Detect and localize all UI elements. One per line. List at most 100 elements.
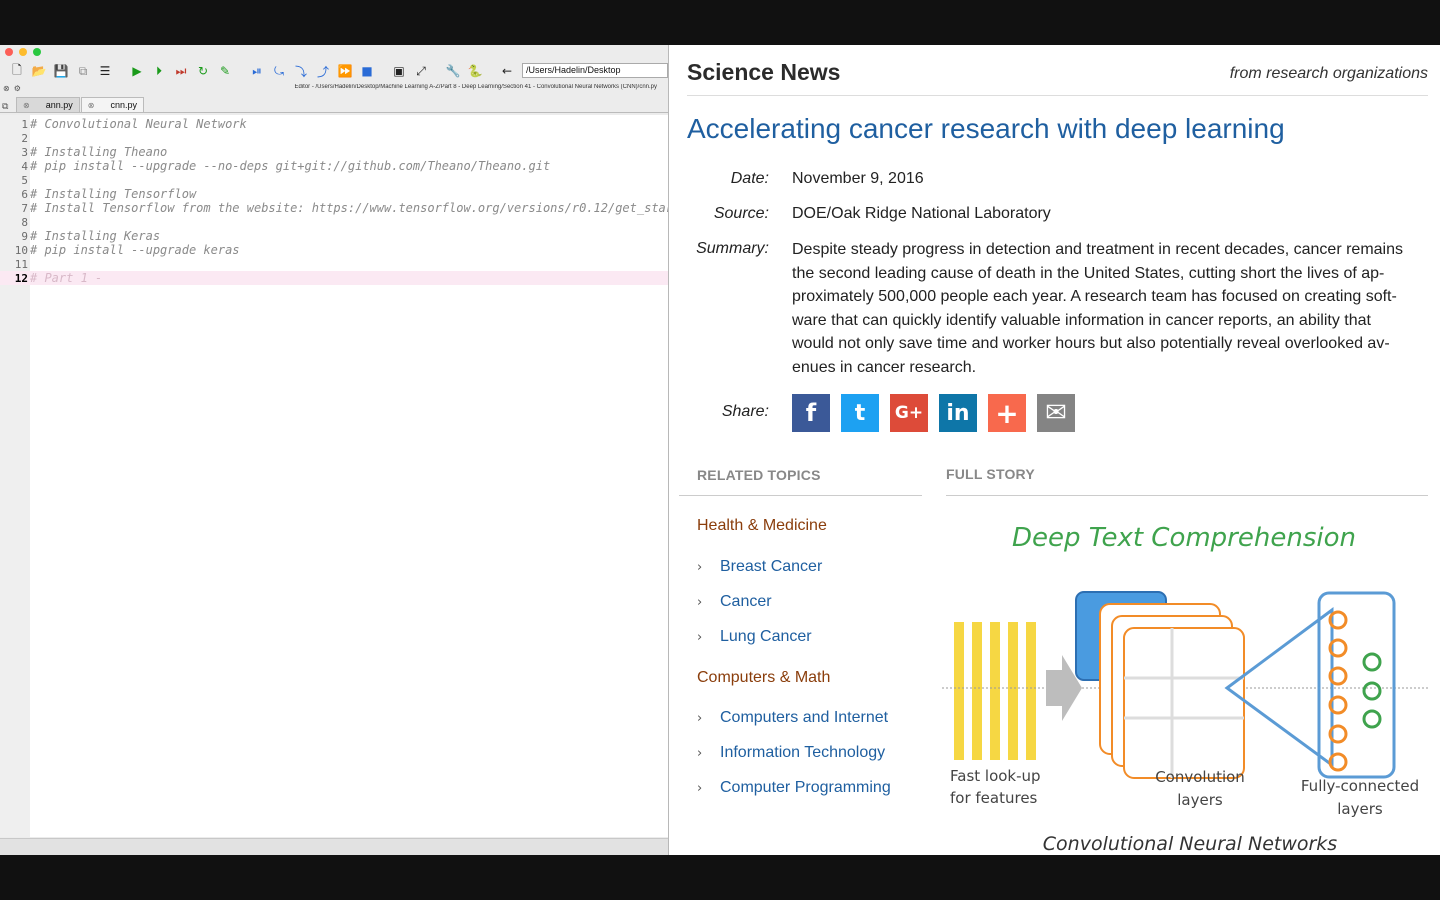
code-line[interactable]: 5 bbox=[0, 173, 668, 187]
figure-label: for features bbox=[950, 789, 1038, 807]
open-file-icon[interactable]: 📂 bbox=[30, 63, 48, 79]
chevron-right-icon: › bbox=[697, 781, 703, 796]
close-tab-icon[interactable]: ⊗ bbox=[88, 101, 95, 110]
summary-label: Summary: bbox=[696, 240, 769, 257]
rerun-icon[interactable]: ↻ bbox=[194, 63, 212, 79]
debug-start-icon[interactable]: ⏯ bbox=[248, 63, 266, 79]
continue-icon[interactable]: ⏩ bbox=[336, 63, 354, 79]
editor-tabs: ⧉ ⊗ ann.py ⊗ cnn.py bbox=[0, 97, 668, 113]
feature-bar bbox=[1008, 622, 1018, 760]
window-controls bbox=[5, 48, 41, 56]
save-all-icon[interactable]: ⧉ bbox=[74, 63, 92, 79]
topic-link[interactable]: › Computer Programming bbox=[697, 779, 891, 797]
step-over-icon[interactable]: ⤿ bbox=[270, 63, 288, 79]
toolbar-separator bbox=[488, 63, 494, 79]
line-number: 7 bbox=[21, 202, 28, 215]
zoom-window-button[interactable] bbox=[33, 48, 41, 56]
code-line[interactable]: 3 # Installing Theano bbox=[0, 145, 668, 159]
code-line[interactable]: 4 # pip install --upgrade --no-deps git+g… bbox=[0, 159, 668, 173]
code-line[interactable]: 10 # pip install --upgrade keras bbox=[0, 243, 668, 257]
category-computers-math[interactable]: Computers & Math bbox=[697, 669, 830, 687]
convolution-stack bbox=[1075, 591, 1245, 779]
topic-link[interactable]: › Cancer bbox=[697, 593, 772, 611]
topic-label: Computers and Internet bbox=[720, 709, 889, 726]
maximize-pane-icon[interactable]: ▣ bbox=[390, 63, 408, 79]
code-line[interactable]: 1 # Convolutional Neural Network bbox=[0, 117, 668, 131]
save-file-icon[interactable]: 💾 bbox=[52, 63, 70, 79]
site-brand[interactable]: Science News bbox=[687, 59, 840, 86]
code-area[interactable]: 1 # Convolutional Neural Network 2 3 # Ins… bbox=[0, 115, 668, 837]
preferences-wrench-icon[interactable]: 🔧 bbox=[444, 63, 462, 79]
neuron bbox=[1362, 709, 1382, 729]
toolbar-separator bbox=[238, 63, 244, 79]
fullscreen-icon[interactable]: ⤢ bbox=[412, 63, 430, 79]
full-story-heading: FULL STORY bbox=[946, 466, 1035, 482]
topic-link[interactable]: › Breast Cancer bbox=[697, 558, 822, 576]
topic-link[interactable]: › Lung Cancer bbox=[697, 628, 812, 646]
date-label: Date: bbox=[730, 170, 769, 187]
addthis-share-button[interactable]: + bbox=[988, 394, 1026, 432]
topic-link[interactable]: › Information Technology bbox=[697, 744, 885, 762]
back-arrow-icon[interactable]: ← bbox=[498, 63, 516, 79]
neuron bbox=[1362, 681, 1382, 701]
topic-label: Breast Cancer bbox=[720, 558, 823, 575]
step-out-icon[interactable]: ⤴ bbox=[314, 63, 332, 79]
code-line-current[interactable]: 12 # Part 1 - bbox=[0, 271, 668, 285]
minimize-window-button[interactable] bbox=[19, 48, 27, 56]
line-number: 3 bbox=[21, 146, 28, 159]
screen-top-bar bbox=[0, 0, 1440, 45]
run-cell-advance-icon[interactable]: ⏭ bbox=[172, 63, 190, 79]
email-share-button[interactable]: ✉ bbox=[1037, 394, 1075, 432]
code-line[interactable]: 11 bbox=[0, 257, 668, 271]
close-window-button[interactable] bbox=[5, 48, 13, 56]
chevron-right-icon: › bbox=[697, 560, 703, 575]
code-line[interactable]: 2 bbox=[0, 131, 668, 145]
twitter-share-button[interactable]: t bbox=[841, 394, 879, 432]
chevron-right-icon: › bbox=[697, 746, 703, 761]
tab-label: cnn.py bbox=[110, 100, 137, 110]
feature-bar bbox=[972, 622, 982, 760]
facebook-share-button[interactable]: f bbox=[792, 394, 830, 432]
editor-horizontal-scrollbar[interactable] bbox=[0, 838, 668, 855]
figure-label: Convolution bbox=[1155, 768, 1245, 786]
step-into-icon[interactable]: ⤵ bbox=[292, 63, 310, 79]
stop-debug-icon[interactable]: ■ bbox=[358, 63, 376, 79]
category-health-medicine[interactable]: Health & Medicine bbox=[697, 517, 827, 535]
line-number: 6 bbox=[21, 188, 28, 201]
run-cell-icon[interactable]: ⏵ bbox=[150, 63, 168, 79]
code-line[interactable]: 7 # Install Tensorflow from the website: … bbox=[0, 201, 668, 215]
browse-tabs-icon[interactable]: ⧉ bbox=[0, 101, 16, 112]
code-line-text: # Installing Tensorflow bbox=[30, 187, 197, 201]
working-directory-input[interactable]: /Users/Hadelin/Desktop bbox=[522, 63, 668, 78]
run-icon[interactable]: ▶ bbox=[128, 63, 146, 79]
feature-bar bbox=[954, 622, 964, 760]
source-label: Source: bbox=[713, 205, 769, 222]
new-file-icon[interactable]: 🗋 bbox=[8, 63, 26, 79]
code-line[interactable]: 9 # Installing Keras bbox=[0, 229, 668, 243]
google-plus-share-button[interactable]: G+ bbox=[890, 394, 928, 432]
tab-ann-py[interactable]: ⊗ ann.py bbox=[16, 97, 80, 112]
linkedin-share-button[interactable]: in bbox=[939, 394, 977, 432]
summary-line: the second leading cause of death in the… bbox=[792, 264, 1385, 282]
feature-bar bbox=[1026, 622, 1036, 760]
figure-label: layers bbox=[1337, 800, 1383, 818]
neuron bbox=[1362, 652, 1382, 672]
tab-cnn-py[interactable]: ⊗ cnn.py bbox=[80, 97, 144, 112]
related-topics-heading: RELATED TOPICS bbox=[697, 467, 821, 483]
topic-label: Lung Cancer bbox=[720, 628, 812, 645]
debug-run-icon[interactable]: ✎ bbox=[216, 63, 234, 79]
twitter-icon: t bbox=[854, 400, 866, 426]
related-topics-divider bbox=[679, 495, 922, 496]
python-path-icon[interactable]: 🐍 bbox=[466, 63, 484, 79]
toolbar-separator bbox=[380, 63, 386, 79]
chevron-right-icon: › bbox=[697, 630, 703, 645]
line-number: 10 bbox=[14, 244, 28, 257]
toolbar-separator bbox=[434, 63, 440, 79]
list-icon[interactable]: ☰ bbox=[96, 63, 114, 79]
deep-text-figure: Deep Text Comprehension Fast look-up for… bbox=[942, 510, 1430, 855]
topic-link[interactable]: › Computers and Internet bbox=[697, 709, 888, 727]
figure-caption: Convolutional Neural Networks bbox=[1043, 833, 1338, 855]
code-line[interactable]: 8 bbox=[0, 215, 668, 229]
code-line[interactable]: 6 # Installing Tensorflow bbox=[0, 187, 668, 201]
close-tab-icon[interactable]: ⊗ bbox=[23, 101, 30, 110]
